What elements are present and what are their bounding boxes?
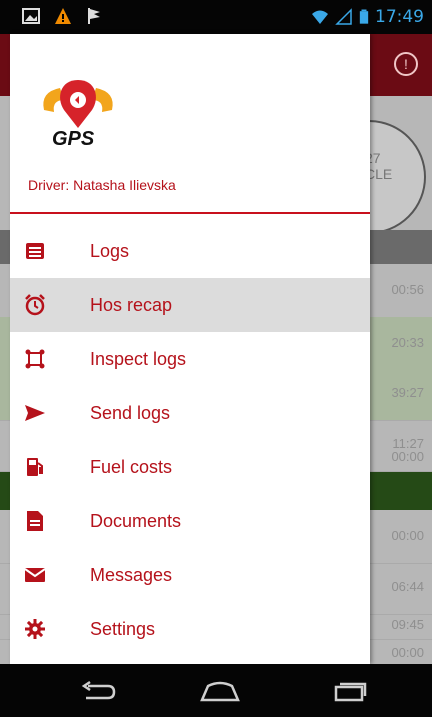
gear-icon [24, 618, 46, 640]
menu-item-fuel-costs[interactable]: Fuel costs [10, 440, 370, 494]
drawer-menu: Logs Hos recap Inspect logs Send logs Fu… [10, 224, 370, 656]
navigation-drawer: GPS Driver: Natasha Ilievska Logs Hos re… [10, 34, 370, 664]
flag-icon [88, 8, 100, 24]
menu-item-label: Settings [90, 618, 156, 639]
logo-text: GPS [52, 128, 95, 150]
battery-icon [359, 9, 369, 24]
menu-item-inspect-logs[interactable]: Inspect logs [10, 332, 370, 386]
alarm-clock-icon [24, 294, 46, 316]
list-icon [24, 240, 46, 262]
menu-item-label: Logs [90, 240, 130, 261]
menu-item-label: Fuel costs [90, 456, 173, 477]
document-icon [24, 510, 46, 532]
status-bar: 17:49 [0, 0, 432, 34]
menu-item-label: Hos recap [90, 294, 173, 315]
send-icon [24, 402, 46, 424]
home-icon[interactable] [200, 678, 240, 704]
wifi-icon [312, 10, 328, 24]
menu-item-messages[interactable]: Messages [10, 548, 370, 602]
menu-item-logs[interactable]: Logs [10, 224, 370, 278]
driver-label: Driver: Natasha Ilievska [28, 177, 176, 193]
system-navigation-bar [0, 664, 432, 717]
alert-icon: ! [394, 52, 418, 76]
recent-apps-icon[interactable] [330, 678, 370, 704]
gallery-icon [22, 8, 40, 24]
signal-icon [335, 8, 352, 25]
fuel-pump-icon [24, 456, 46, 478]
menu-item-send-logs[interactable]: Send logs [10, 386, 370, 440]
inspect-icon [24, 348, 46, 370]
menu-item-hos-recap[interactable]: Hos recap [10, 278, 370, 332]
menu-item-settings[interactable]: Settings [10, 602, 370, 656]
menu-item-label: Inspect logs [90, 348, 187, 369]
menu-item-label: Documents [90, 510, 182, 531]
divider [10, 212, 370, 214]
menu-item-label: Send logs [90, 402, 171, 423]
menu-item-label: Messages [90, 564, 173, 585]
menu-item-documents[interactable]: Documents [10, 494, 370, 548]
envelope-icon [24, 564, 46, 586]
clock: 17:49 [375, 7, 424, 27]
back-icon[interactable] [78, 678, 118, 704]
warning-icon [55, 8, 71, 24]
